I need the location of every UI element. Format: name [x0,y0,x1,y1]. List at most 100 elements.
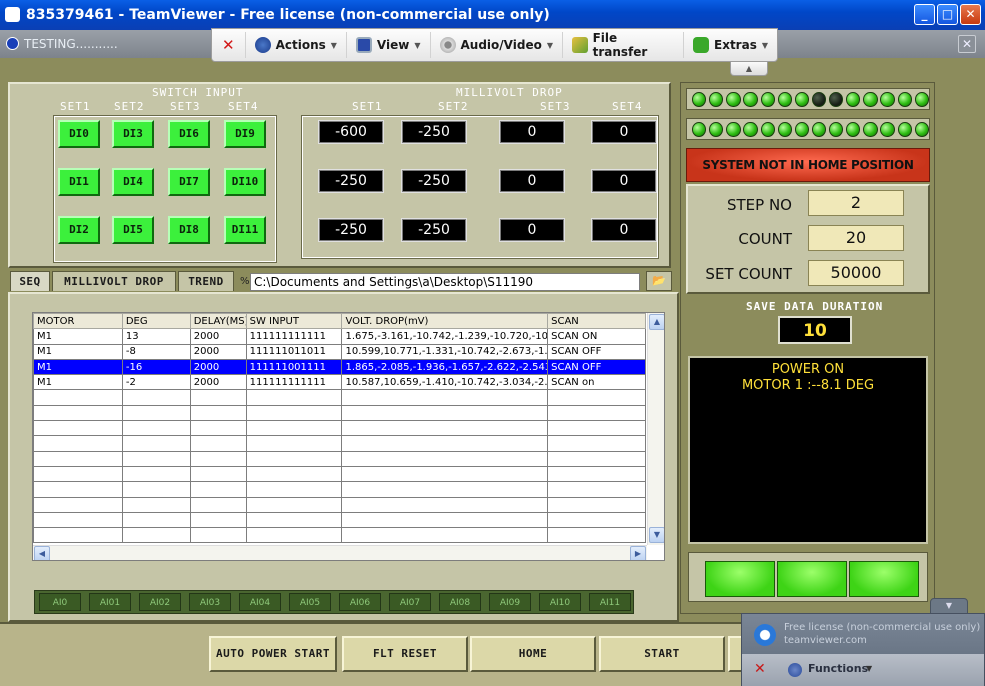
empty-table-row[interactable] [33,450,646,467]
table-cell[interactable] [245,496,343,513]
table-cell[interactable] [341,481,549,498]
close-button[interactable]: ✕ [960,4,981,25]
minimize-button[interactable]: _ [914,4,935,25]
table-cell[interactable] [341,465,549,483]
table-cell[interactable] [245,435,343,452]
table-cell[interactable]: -2 [121,374,191,391]
table-cell[interactable]: -8 [121,343,191,360]
table-cell[interactable] [33,389,123,406]
table-cell[interactable] [33,481,123,498]
empty-table-row[interactable] [33,389,646,406]
tv-panel-handle[interactable]: ▼ [930,598,968,614]
table-cell[interactable] [245,389,343,406]
table-cell[interactable] [547,511,646,529]
table-cell[interactable]: M1 [33,343,123,360]
table-cell[interactable] [121,481,191,498]
table-cell[interactable]: 2000 [189,328,247,345]
table-cell[interactable]: 2000 [189,374,247,391]
path-input[interactable]: C:\Documents and Settings\a\Desktop\S111… [250,273,640,291]
table-cell[interactable] [33,450,123,467]
file-transfer-button[interactable]: File transfer [563,31,684,59]
table-cell[interactable] [547,527,646,544]
table-cell[interactable] [341,404,549,422]
table-cell[interactable] [189,420,247,437]
table-cell[interactable] [121,527,191,544]
empty-table-row[interactable] [33,465,646,483]
table-cell[interactable] [245,527,343,544]
table-cell[interactable]: 13 [121,328,191,345]
table-cell[interactable] [189,404,247,422]
table-row[interactable]: M1 13 2000 111111111111 1.675,-3.161,-10.742… [33,328,646,345]
table-cell[interactable] [121,435,191,452]
table-cell[interactable] [189,481,247,498]
tab-trend[interactable]: TREND [178,271,234,291]
table-cell[interactable] [245,404,343,422]
table-cell[interactable]: SCAN ON [547,328,646,345]
table-cell[interactable] [547,450,646,467]
save-data-duration-value[interactable]: 10 [778,316,852,344]
column-header[interactable]: DELAY(MS) [189,313,247,330]
table-cell[interactable] [547,435,646,452]
table-cell[interactable] [121,389,191,406]
table-cell[interactable] [547,481,646,498]
table-cell[interactable]: M1 [33,374,123,391]
extras-menu[interactable]: Extras ▼ [684,32,777,58]
table-cell[interactable] [245,481,343,498]
table-cell[interactable] [189,527,247,544]
column-header[interactable]: SW INPUT [245,313,343,330]
audio-video-menu[interactable]: Audio/Video ▼ [431,32,563,58]
table-cell[interactable]: 2000 [189,358,247,376]
table-cell[interactable]: 111111001111 [245,358,343,376]
table-cell[interactable] [547,404,646,422]
toolbar-collapse-button[interactable]: ▲ [730,62,768,76]
table-cell[interactable] [189,496,247,513]
table-cell[interactable] [245,450,343,467]
table-cell[interactable]: 111111111111 [245,328,343,345]
table-cell[interactable] [189,450,247,467]
empty-table-row[interactable] [33,404,646,422]
table-cell[interactable] [341,496,549,513]
table-row[interactable]: M1 -8 2000 111111011011 10.599,10.771,-1.331… [33,343,646,360]
table-cell[interactable]: 10.599,10.771,-1.331,-10.742,-2.673,-1.9 [341,343,549,360]
table-cell[interactable]: 111111111111 [245,374,343,391]
table-cell[interactable] [189,389,247,406]
flt-reset-button[interactable]: FLT RESET [342,636,468,672]
scroll-left-icon[interactable]: ◀ [34,546,50,560]
table-cell[interactable] [33,420,123,437]
table-cell[interactable] [189,465,247,483]
table-cell[interactable] [33,527,123,544]
table-cell[interactable] [341,389,549,406]
table-cell[interactable]: 2000 [189,343,247,360]
functions-menu[interactable]: Functions [808,662,868,675]
actions-menu[interactable]: Actions ▼ [246,32,347,58]
table-cell[interactable] [245,420,343,437]
table-cell[interactable] [341,527,549,544]
table-row[interactable]: M1 -2 2000 111111111111 10.587,10.659,-1.410… [33,374,646,391]
table-cell[interactable] [547,389,646,406]
session-close-button[interactable]: ✕ [958,35,976,53]
table-cell[interactable]: M1 [33,358,123,376]
table-cell[interactable] [341,435,549,452]
empty-table-row[interactable] [33,420,646,437]
auto-power-start-button[interactable]: AUTO POWER START [209,636,337,672]
scroll-up-icon[interactable]: ▲ [649,314,664,330]
home-button[interactable]: HOME [470,636,596,672]
table-cell[interactable]: 1.675,-3.161,-10.742,-1.239,-10.720,-10. [341,328,549,345]
table-cell[interactable]: SCAN OFF [547,358,646,376]
column-header[interactable]: SCAN [547,313,646,330]
empty-table-row[interactable] [33,496,646,513]
table-cell[interactable] [189,435,247,452]
table-cell[interactable] [33,404,123,422]
table-cell[interactable]: SCAN OFF [547,343,646,360]
table-cell[interactable] [33,465,123,483]
table-cell[interactable] [121,496,191,513]
table-cell[interactable]: SCAN on [547,374,646,391]
horizontal-scrollbar[interactable]: ◀ ▶ [33,545,647,560]
table-cell[interactable]: M1 [33,328,123,345]
table-cell[interactable]: 111111011011 [245,343,343,360]
vertical-scrollbar[interactable]: ▲ ▼ [647,313,664,545]
table-cell[interactable]: 1.865,-2.085,-1.936,-1.657,-2.622,-2.543 [341,358,549,376]
toolbar-close-button[interactable]: ✕ [212,32,246,58]
tab-millivolt-drop[interactable]: MILLIVOLT DROP [52,271,176,291]
table-cell[interactable] [547,496,646,513]
